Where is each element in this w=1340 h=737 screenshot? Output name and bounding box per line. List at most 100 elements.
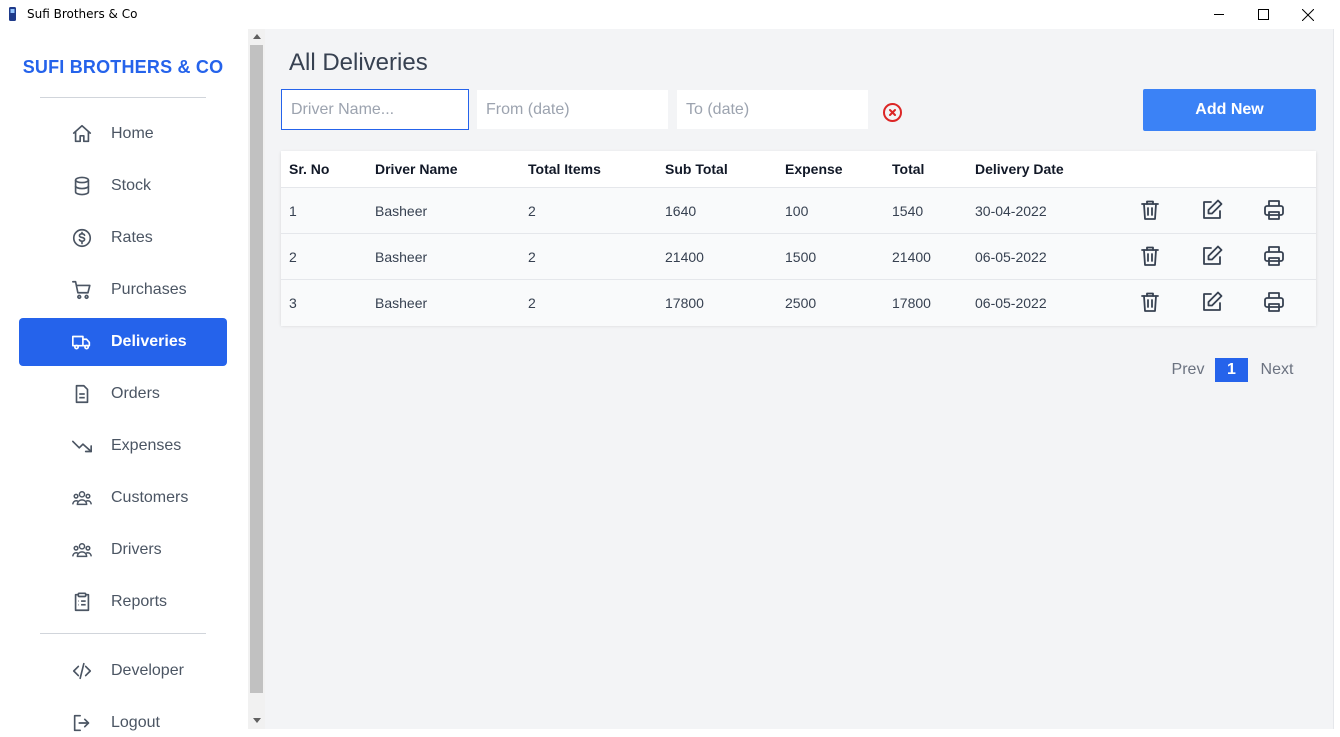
maximize-button[interactable] [1240,0,1286,29]
trash-icon[interactable] [1138,198,1162,222]
from-date-input[interactable]: From (date) [476,89,669,130]
deliveries-table: Sr. No Driver Name Total Items Sub Total… [281,151,1316,326]
pagination-next[interactable]: Next [1254,358,1300,382]
cell-driver-name: Basheer [375,249,428,265]
sidebar-item-home[interactable]: Home [19,110,227,158]
minimize-icon [1213,14,1224,15]
column-header[interactable]: Total [892,161,924,177]
driver-name-placeholder: Driver Name... [291,100,395,118]
pagination-current-page[interactable]: 1 [1215,358,1248,382]
sidebar-item-stock[interactable]: Stock [19,162,227,210]
cell-total: 21400 [892,249,931,265]
column-header[interactable]: Sr. No [289,161,329,177]
sidebar-item-label: Drivers [111,541,162,558]
home-icon [72,124,92,143]
cell-total-items: 2 [528,249,536,265]
sidebar-item-label: Reports [111,593,168,610]
table-row[interactable]: 3 Basheer 2 17800 2500 17800 06-05-2022 [281,280,1316,326]
column-header[interactable]: Delivery Date [975,161,1064,177]
driver-name-input[interactable]: Driver Name... [281,89,469,130]
window-titlebar: Sufi Brothers & Co [0,0,1340,29]
cell-expense: 1500 [785,249,817,265]
cell-driver-name: Basheer [375,295,428,311]
sidebar-item-label: Orders [111,385,160,402]
close-icon [1302,8,1314,21]
sidebar-item-logout[interactable]: Logout [19,699,227,737]
window-border [1333,29,1340,737]
from-date-placeholder: From (date) [486,100,570,118]
main-content: All Deliveries Driver Name... From (date… [265,29,1333,729]
sidebar-item-purchases[interactable]: Purchases [19,266,227,314]
edit-icon[interactable] [1200,290,1224,314]
sidebar-scrollbar[interactable] [248,29,265,729]
database-icon [74,176,90,196]
table-row[interactable]: 1 Basheer 2 1640 100 1540 30-04-2022 [281,188,1316,234]
pagination-prev[interactable]: Prev [1166,358,1210,382]
printer-icon[interactable] [1262,244,1286,268]
sidebar-divider [40,97,206,98]
maximize-icon [1257,9,1269,20]
column-header[interactable]: Sub Total [665,161,728,177]
sidebar-divider [40,633,206,634]
to-date-input[interactable]: To (date) [676,89,869,130]
cell-total: 1540 [892,203,924,219]
close-button[interactable] [1285,0,1331,29]
sidebar-item-drivers[interactable]: Drivers [19,526,227,574]
sidebar-item-developer[interactable]: Developer [19,647,227,695]
sidebar-item-label: Deliveries [111,333,187,350]
cell-sr-no: 2 [289,249,297,265]
window-border [248,729,1340,737]
sidebar-item-orders[interactable]: Orders [19,370,227,418]
cell-sub-total: 1640 [665,203,697,219]
cell-total: 17800 [892,295,931,311]
to-date-placeholder: To (date) [686,100,750,118]
column-header[interactable]: Driver Name [375,161,458,177]
cell-expense: 100 [785,203,809,219]
column-header[interactable]: Expense [785,161,843,177]
user-group-icon [72,491,92,506]
printer-icon[interactable] [1262,290,1286,314]
minimize-button[interactable] [1196,0,1242,29]
edit-icon[interactable] [1200,244,1224,268]
sidebar-item-customers[interactable]: Customers [19,474,227,522]
brand-title: SUFI BROTHERS & CO [22,57,224,77]
cell-delivery-date: 06-05-2022 [975,295,1047,311]
cell-sub-total: 17800 [665,295,704,311]
user-group-icon [72,543,92,558]
page-title: All Deliveries [289,49,428,76]
trash-icon[interactable] [1138,244,1162,268]
scrollbar-thumb[interactable] [250,45,263,693]
scroll-down-arrow-icon[interactable] [253,718,261,723]
sidebar-item-label: Customers [111,489,189,506]
sidebar-item-expenses[interactable]: Expenses [19,422,227,470]
cell-driver-name: Basheer [375,203,428,219]
sidebar-item-label: Expenses [111,437,182,454]
sidebar-item-label: Stock [111,177,152,194]
cell-expense: 2500 [785,295,817,311]
table-row[interactable]: 2 Basheer 2 21400 1500 21400 06-05-2022 [281,234,1316,280]
sidebar-item-deliveries[interactable]: Deliveries [19,318,227,366]
cell-sr-no: 1 [289,203,297,219]
trending-down-icon [72,440,92,453]
clipboard-list-icon [74,592,90,612]
edit-icon[interactable] [1200,198,1224,222]
sidebar-item-rates[interactable]: Rates [19,214,227,262]
cell-total-items: 2 [528,295,536,311]
table-header: Sr. No Driver Name Total Items Sub Total… [281,151,1316,188]
code-icon [72,662,92,680]
trash-icon[interactable] [1138,290,1162,314]
cell-delivery-date: 30-04-2022 [975,203,1047,219]
app-icon [9,7,16,21]
cell-sr-no: 3 [289,295,297,311]
sidebar-item-label: Rates [111,229,153,246]
sidebar-item-label: Logout [111,714,160,731]
clear-filters-icon[interactable] [882,102,903,123]
sidebar-item-reports[interactable]: Reports [19,578,227,626]
column-header[interactable]: Total Items [528,161,601,177]
sidebar-item-label: Developer [111,662,184,679]
scroll-up-arrow-icon[interactable] [253,34,261,39]
printer-icon[interactable] [1262,198,1286,222]
add-new-button[interactable]: Add New [1143,89,1316,131]
window-title: Sufi Brothers & Co [27,7,138,21]
sidebar-item-label: Home [111,125,154,142]
